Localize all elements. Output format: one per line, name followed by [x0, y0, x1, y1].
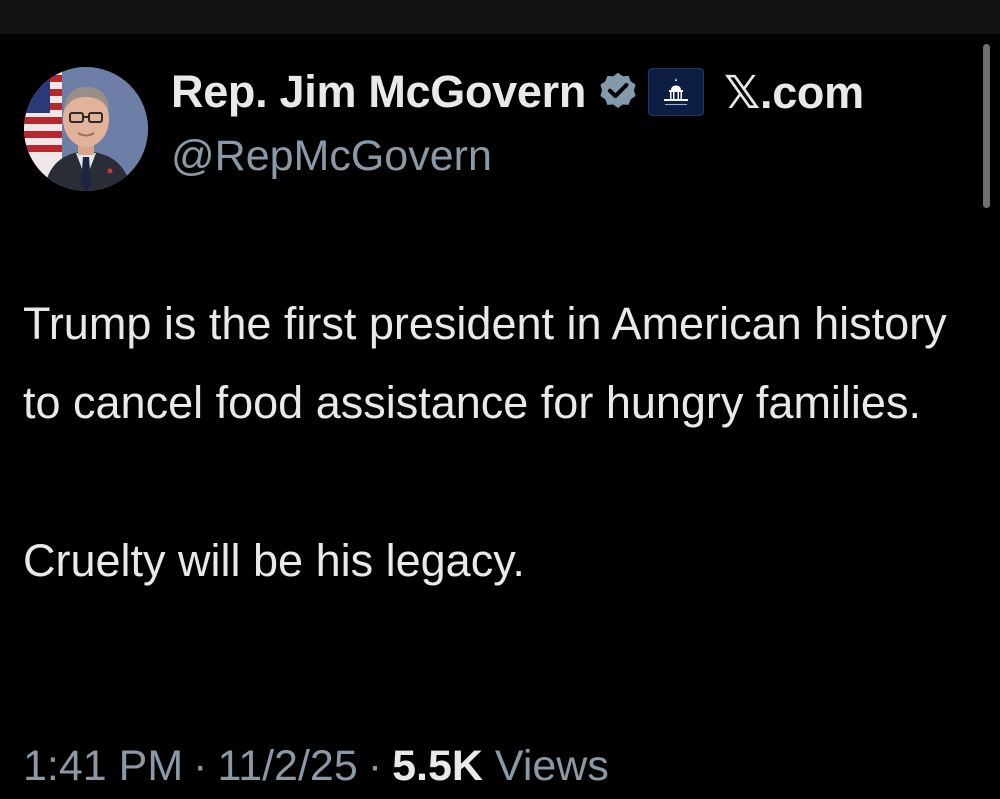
top-status-strip — [0, 0, 1000, 34]
meta-separator: · — [367, 741, 383, 790]
author-name-row: Rep. Jim McGovern 𝕏.com — [171, 64, 864, 120]
scrollbar-thumb[interactable] — [983, 44, 990, 208]
tweet-paragraph: Cruelty will be his legacy. — [23, 535, 525, 586]
verified-badge-icon[interactable] — [596, 70, 640, 114]
source-label: 𝕏.com — [724, 66, 864, 118]
avatar[interactable] — [24, 67, 148, 191]
meta-separator: · — [193, 741, 208, 790]
tweet-meta-row: 1:41 PM · 11/2/25 · 5.5K Views — [23, 736, 609, 796]
portrait-avatar-icon — [24, 67, 148, 191]
house-democrats-capitol-badge-icon[interactable] — [648, 68, 705, 116]
tweet-time[interactable]: 1:41 PM — [23, 742, 183, 791]
author-handle[interactable]: @RepMcGovern — [171, 132, 492, 181]
tweet-paragraph: Trump is the first president in American… — [23, 298, 947, 428]
tweet-text: Trump is the first president in American… — [23, 284, 973, 600]
tweet-date[interactable]: 11/2/25 — [217, 742, 357, 791]
views-count: 5.5K — [392, 741, 483, 790]
author-display-name[interactable]: Rep. Jim McGovern — [171, 66, 586, 118]
views-label: Views — [494, 741, 609, 790]
